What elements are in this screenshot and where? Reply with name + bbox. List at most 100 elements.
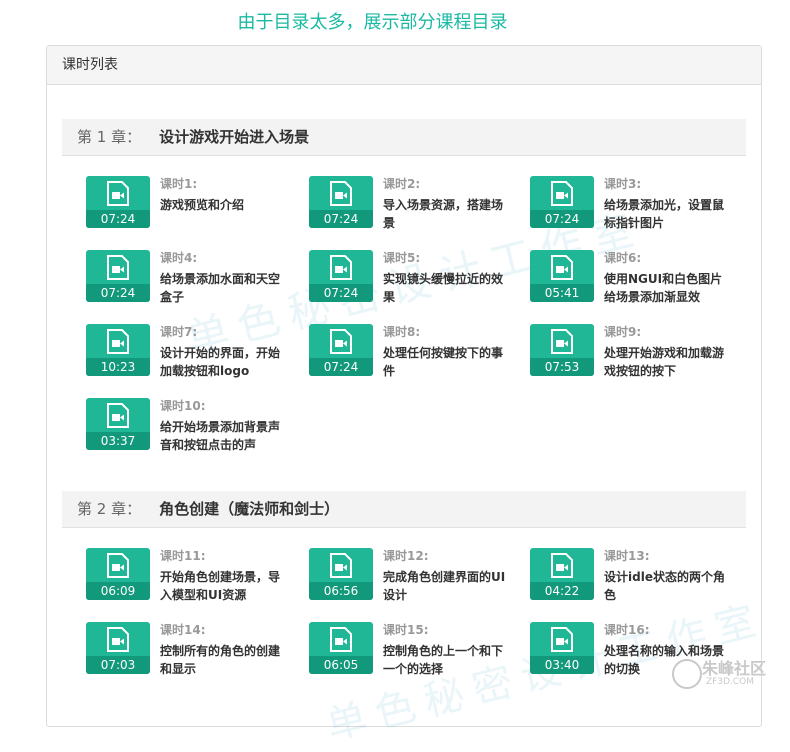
lesson-item[interactable]: 03:37 课时10: 给开始场景添加背景声音和按钮点击的声	[86, 398, 296, 462]
lesson-item[interactable]: 07:03 课时14: 控制所有的角色的创建和显示	[86, 622, 296, 686]
lesson-title[interactable]: 实现镜头缓慢拉近的效果	[383, 270, 511, 306]
video-file-icon	[107, 255, 129, 280]
lesson-title[interactable]: 完成角色创建界面的UI设计	[383, 568, 511, 604]
lesson-number: 课时3:	[604, 177, 642, 191]
lesson-duration: 03:37	[86, 432, 150, 450]
lesson-item[interactable]: 07:24 课时1: 游戏预览和介绍	[86, 176, 296, 240]
video-file-icon	[551, 329, 573, 354]
lesson-thumbnail[interactable]: 03:40	[530, 622, 594, 674]
lesson-item[interactable]: 07:53 课时9: 处理开始游戏和加载游戏按钮的按下	[530, 324, 740, 388]
lesson-duration: 07:24	[309, 210, 373, 228]
lesson-duration: 06:09	[86, 582, 150, 600]
lesson-number: 课时8:	[383, 325, 421, 339]
video-file-icon	[107, 403, 129, 428]
lesson-thumbnail[interactable]: 10:23	[86, 324, 150, 376]
lesson-item[interactable]: 07:24 课时2: 导入场景资源，搭建场景	[309, 176, 519, 240]
lesson-item[interactable]: 04:22 课时13: 设计idle状态的两个角色	[530, 548, 740, 612]
video-file-icon	[330, 181, 352, 206]
lesson-number: 课时14:	[160, 623, 206, 637]
lesson-number: 课时10:	[160, 399, 206, 413]
chapter-header[interactable]: 第 2 章： 角色创建（魔法师和剑士）	[62, 491, 746, 528]
video-file-icon	[107, 329, 129, 354]
lesson-item[interactable]: 05:41 课时6: 使用NGUI和白色图片给场景添加渐显效	[530, 250, 740, 314]
lesson-title[interactable]: 设计idle状态的两个角色	[604, 568, 732, 604]
lesson-number: 课时5:	[383, 251, 421, 265]
lesson-number: 课时13:	[604, 549, 650, 563]
lesson-item[interactable]: 06:56 课时12: 完成角色创建界面的UI设计	[309, 548, 519, 612]
chapter-title: 角色创建（魔法师和剑士）	[159, 500, 340, 518]
lesson-number: 课时1:	[160, 177, 198, 191]
lesson-thumbnail[interactable]: 06:56	[309, 548, 373, 600]
chapter-title: 设计游戏开始进入场景	[159, 128, 310, 146]
notice-banner: 由于目录太多，展示部分课程目录	[237, 12, 508, 33]
lesson-thumbnail[interactable]: 07:24	[86, 250, 150, 302]
lesson-title[interactable]: 控制角色的上一个和下一个的选择	[383, 642, 511, 678]
lesson-number: 课时12:	[383, 549, 429, 563]
video-file-icon	[330, 627, 352, 652]
lesson-thumbnail[interactable]: 07:24	[309, 250, 373, 302]
lesson-title[interactable]: 设计开始的界面，开始加载按钮和logo	[160, 344, 288, 380]
lesson-thumbnail[interactable]: 03:37	[86, 398, 150, 450]
lesson-duration: 07:53	[530, 358, 594, 376]
video-file-icon	[551, 553, 573, 578]
lesson-title[interactable]: 控制所有的角色的创建和显示	[160, 642, 288, 678]
video-file-icon	[551, 181, 573, 206]
lesson-thumbnail[interactable]: 07:24	[86, 176, 150, 228]
lesson-thumbnail[interactable]: 07:03	[86, 622, 150, 674]
lesson-duration: 06:05	[309, 656, 373, 674]
lesson-duration: 07:03	[86, 656, 150, 674]
lesson-title[interactable]: 使用NGUI和白色图片给场景添加渐显效	[604, 270, 732, 306]
lesson-item[interactable]: 07:24 课时5: 实现镜头缓慢拉近的效果	[309, 250, 519, 314]
lesson-thumbnail[interactable]: 06:05	[309, 622, 373, 674]
lesson-duration: 07:24	[86, 210, 150, 228]
lesson-item[interactable]: 06:09 课时11: 开始角色创建场景，导入模型和UI资源	[86, 548, 296, 612]
video-file-icon	[330, 329, 352, 354]
video-file-icon	[330, 553, 352, 578]
lesson-number: 课时15:	[383, 623, 429, 637]
lesson-item[interactable]: 07:24 课时4: 给场景添加水面和天空盒子	[86, 250, 296, 314]
video-file-icon	[107, 181, 129, 206]
lesson-item[interactable]: 06:05 课时15: 控制角色的上一个和下一个的选择	[309, 622, 519, 686]
lesson-title[interactable]: 游戏预览和介绍	[160, 196, 288, 214]
lesson-thumbnail[interactable]: 07:53	[530, 324, 594, 376]
lesson-duration: 07:24	[86, 284, 150, 302]
lesson-item[interactable]: 10:23 课时7: 设计开始的界面，开始加载按钮和logo	[86, 324, 296, 388]
lesson-duration: 06:56	[309, 582, 373, 600]
lesson-title[interactable]: 处理任何按键按下的事件	[383, 344, 511, 380]
lesson-item[interactable]: 07:24 课时3: 给场景添加光，设置鼠标指针图片	[530, 176, 740, 240]
lesson-duration: 07:24	[530, 210, 594, 228]
lesson-number: 课时6:	[604, 251, 642, 265]
chapter-2: 第 2 章： 角色创建（魔法师和剑士）	[62, 491, 746, 528]
video-file-icon	[107, 553, 129, 578]
lesson-thumbnail[interactable]: 07:24	[530, 176, 594, 228]
lesson-number: 课时4:	[160, 251, 198, 265]
lesson-duration: 03:40	[530, 656, 594, 674]
video-file-icon	[330, 255, 352, 280]
chapter-label: 第 2 章：	[77, 500, 142, 518]
chapter-1: 第 1 章： 设计游戏开始进入场景	[62, 119, 746, 156]
video-file-icon	[551, 627, 573, 652]
lesson-number: 课时16:	[604, 623, 650, 637]
lesson-thumbnail[interactable]: 05:41	[530, 250, 594, 302]
lesson-duration: 04:22	[530, 582, 594, 600]
lesson-title[interactable]: 给场景添加水面和天空盒子	[160, 270, 288, 306]
lesson-number: 课时7:	[160, 325, 198, 339]
lesson-title[interactable]: 开始角色创建场景，导入模型和UI资源	[160, 568, 288, 604]
lesson-duration: 05:41	[530, 284, 594, 302]
lesson-title[interactable]: 处理开始游戏和加载游戏按钮的按下	[604, 344, 732, 380]
lesson-title[interactable]: 给场景添加光，设置鼠标指针图片	[604, 196, 732, 232]
lesson-thumbnail[interactable]: 06:09	[86, 548, 150, 600]
lesson-number: 课时11:	[160, 549, 206, 563]
lesson-item[interactable]: 03:40 课时16: 处理名称的输入和场景的切换	[530, 622, 740, 686]
lesson-title[interactable]: 给开始场景添加背景声音和按钮点击的声	[160, 418, 288, 454]
chapter-header[interactable]: 第 1 章： 设计游戏开始进入场景	[62, 119, 746, 156]
lesson-item[interactable]: 07:24 课时8: 处理任何按键按下的事件	[309, 324, 519, 388]
lesson-thumbnail[interactable]: 07:24	[309, 176, 373, 228]
lesson-thumbnail[interactable]: 07:24	[309, 324, 373, 376]
lesson-number: 课时9:	[604, 325, 642, 339]
lesson-thumbnail[interactable]: 04:22	[530, 548, 594, 600]
chapter-label: 第 1 章：	[77, 128, 142, 146]
lesson-title[interactable]: 导入场景资源，搭建场景	[383, 196, 511, 232]
lesson-title[interactable]: 处理名称的输入和场景的切换	[604, 642, 732, 678]
lesson-duration: 07:24	[309, 358, 373, 376]
